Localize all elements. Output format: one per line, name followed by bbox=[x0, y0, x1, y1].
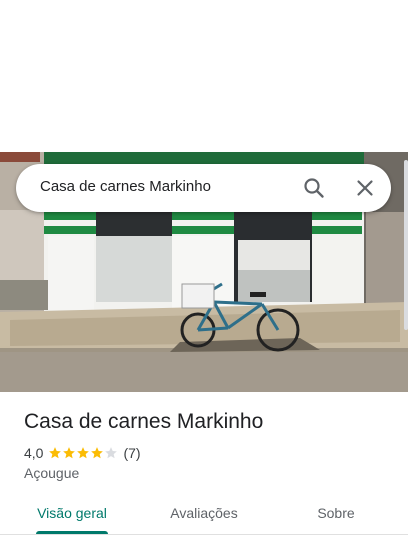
tab-reviews[interactable]: Avaliações bbox=[148, 498, 260, 536]
star-filled-icon bbox=[91, 447, 104, 459]
place-info-panel: Casa de carnes Markinho 4,0 (7) Açougue … bbox=[0, 392, 408, 544]
tab-about[interactable]: Sobre bbox=[292, 498, 380, 536]
star-filled-icon bbox=[63, 447, 76, 459]
rating-stars bbox=[48, 446, 118, 460]
search-icon[interactable] bbox=[302, 176, 326, 200]
star-empty-icon bbox=[105, 447, 118, 459]
rating-row[interactable]: 4,0 (7) bbox=[24, 444, 141, 462]
star-filled-icon bbox=[49, 447, 62, 459]
place-title: Casa de carnes Markinho bbox=[24, 410, 264, 433]
map-blank-area bbox=[0, 0, 408, 152]
scrollbar[interactable] bbox=[404, 160, 408, 330]
rating-value: 4,0 bbox=[24, 445, 44, 461]
search-bar[interactable]: Casa de carnes Markinho bbox=[16, 164, 391, 212]
tabs-divider bbox=[0, 534, 408, 535]
review-count[interactable]: (7) bbox=[123, 445, 140, 461]
star-filled-icon bbox=[77, 447, 90, 459]
place-category[interactable]: Açougue bbox=[24, 465, 79, 481]
search-input[interactable]: Casa de carnes Markinho bbox=[40, 178, 211, 195]
tab-bar: Visão geral Avaliações Sobre bbox=[0, 498, 408, 536]
close-icon[interactable] bbox=[353, 176, 377, 200]
